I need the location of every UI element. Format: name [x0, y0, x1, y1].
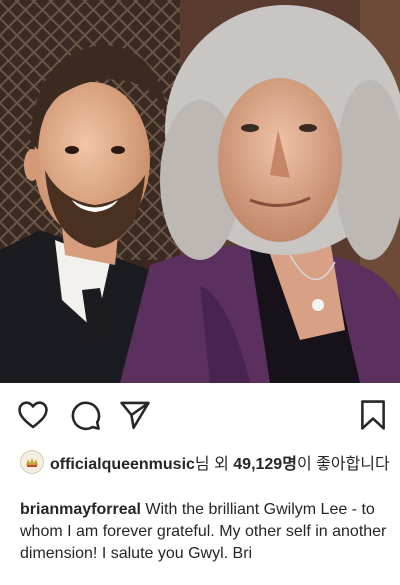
likes-prefix: 님 외	[194, 456, 234, 473]
liker-avatar[interactable]	[20, 450, 44, 474]
post-photo[interactable]	[0, 0, 400, 383]
like-button[interactable]	[16, 398, 50, 432]
save-button[interactable]	[356, 398, 390, 432]
heart-icon	[18, 401, 48, 429]
likes-count[interactable]: 49,129명	[233, 456, 297, 473]
queen-crest-icon	[22, 452, 42, 472]
bookmark-icon	[361, 400, 385, 430]
comment-icon	[71, 401, 101, 431]
share-button[interactable]	[118, 398, 152, 432]
likes-suffix: 이 좋아합니다	[296, 456, 390, 473]
caption-username[interactable]: brianmayforreal	[20, 501, 141, 518]
selfie-illustration	[0, 0, 400, 383]
send-icon	[120, 401, 150, 430]
liker-username[interactable]: officialqueenmusic	[50, 456, 195, 473]
post-caption: brianmayforreal With the brilliant Gwily…	[20, 499, 388, 565]
comment-button[interactable]	[68, 398, 102, 432]
likes-summary: officialqueenmusic님 외 49,129명이 좋아합니다	[20, 450, 390, 475]
post-actions-bar	[0, 392, 400, 436]
